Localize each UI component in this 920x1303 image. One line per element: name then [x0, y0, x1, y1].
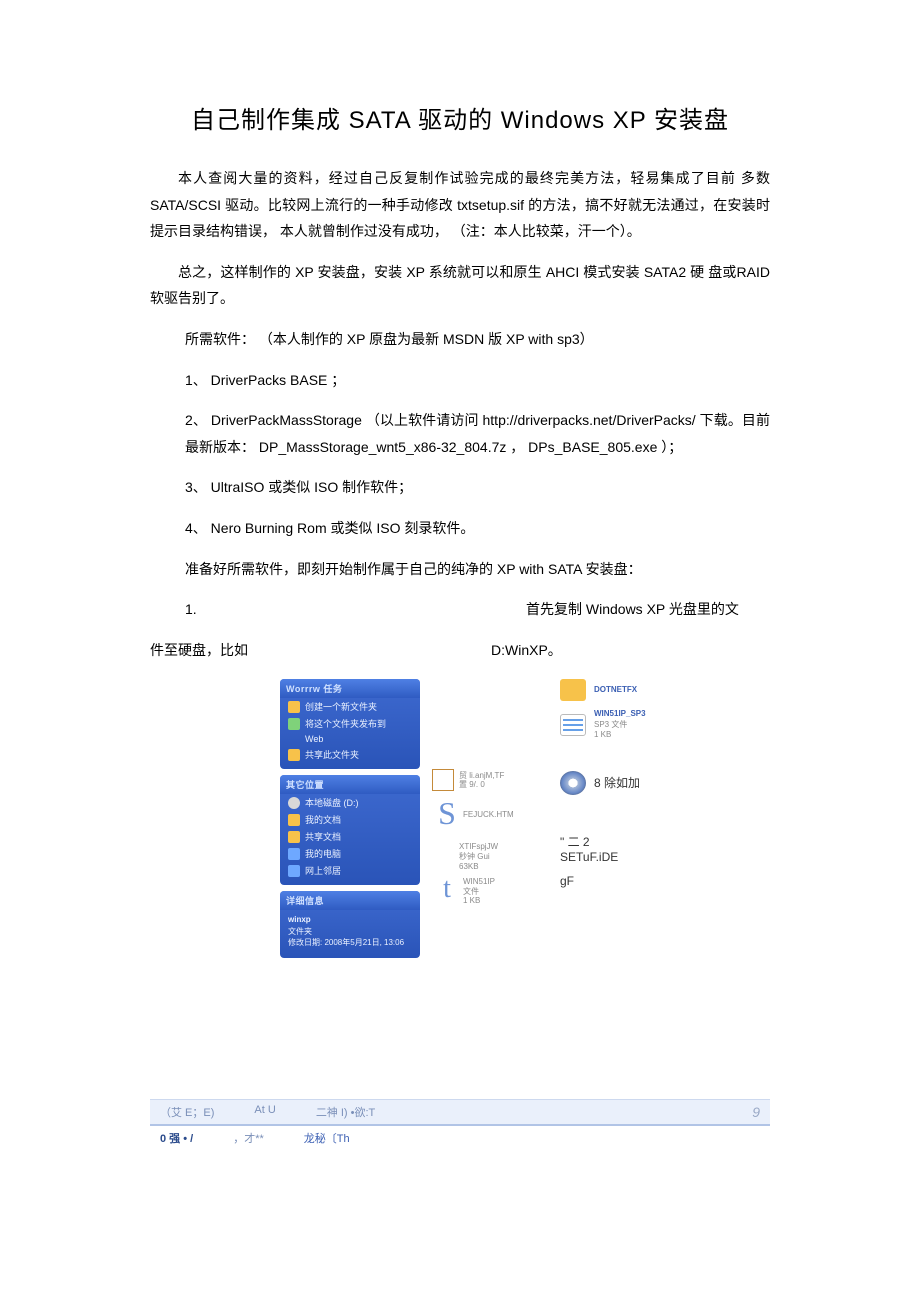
place-shared-docs: 共享文档 — [280, 828, 420, 845]
file-name: 8 除如加 — [594, 776, 640, 792]
place-label: 网上邻居 — [305, 864, 341, 877]
tasks-panel: Worrrw 任务 创建一个新文件夹 将这个文件夹发布到 Web 共享此文件夹 — [280, 679, 420, 769]
task-publish-web: Web — [280, 732, 420, 746]
folder-icon — [560, 679, 586, 701]
bottom-bar-row-1: （艾 E；E) At U 二神 I) •欲:T 9 — [150, 1099, 770, 1126]
file-name: DOTNETFX — [594, 685, 637, 694]
file-size: 63KB — [459, 862, 498, 872]
bottom-text: （艾 E；E) — [160, 1104, 214, 1120]
file-item: XTIFspjJW 秒钟 Gui 63KB — [432, 842, 510, 871]
step-1-cont-left: 件至硬盘，比如 — [150, 637, 491, 664]
file-item-cd: 8 除如加 — [560, 771, 640, 803]
file-meta: 秒钟 Gui — [459, 852, 498, 862]
task-label: Web — [305, 734, 323, 744]
file-text-setup: " 二 2 SETuF.iDE — [560, 833, 618, 864]
file-item: t WIN51IP 文件 1 KB — [432, 877, 510, 906]
task-new-folder: 创建一个新文件夹 — [280, 698, 420, 715]
place-my-computer: 我的电脑 — [280, 845, 420, 862]
list-item-1: 1、 DriverPacks BASE ； — [150, 367, 770, 394]
details-panel-header: 详细信息 — [280, 891, 420, 910]
file-name: 贸 li.anjM,TF — [459, 771, 504, 781]
bottom-text: 龙秘〔Th — [304, 1130, 350, 1146]
text-line: " 二 2 — [560, 833, 618, 850]
bottom-text: ，才** — [233, 1130, 264, 1146]
bottom-bar-row-2: 0 强 • / ，才** 龙秘〔Th — [150, 1126, 770, 1156]
document-page: 自己制作集成 SATA 驱动的 Windows XP 安装盘 本人查阅大量的资料… — [0, 0, 920, 1059]
file-meta: SP3 文件 — [594, 720, 646, 730]
text-line: SETuF.iDE — [560, 850, 618, 864]
file-column-1: 贸 li.anjM,TF 置 9/. 0 S FEJUCK.HTM XTIFsp… — [432, 769, 510, 912]
place-label: 我的电脑 — [305, 847, 341, 860]
task-label: 共享此文件夹 — [305, 748, 359, 761]
paragraph-intro-1: 本人查阅大量的资料，经过自己反复制作试验完成的最终完美方法，轻易集成了目前 多数… — [150, 165, 770, 245]
file-meta: 置 9/. 0 — [459, 780, 504, 790]
step-1-number: 1. — [150, 596, 526, 623]
tasks-panel-header: Worrrw 任务 — [280, 679, 420, 698]
paragraph-intro-2: 总之，这样制作的 XP 安装盘，安装 XP 系统就可以和原生 AHCI 模式安装… — [150, 259, 770, 312]
place-my-docs: 我的文档 — [280, 811, 420, 828]
file-icon — [432, 769, 454, 791]
computer-icon — [288, 848, 300, 860]
place-network: 网上邻居 — [280, 862, 420, 879]
detail-date: 修改日期: 2008年5月21日, 13:06 — [288, 937, 412, 948]
file-size: 1 KB — [594, 730, 646, 740]
folder-icon — [288, 701, 300, 713]
cd-icon — [560, 771, 586, 795]
place-label: 本地磁盘 (D:) — [305, 796, 359, 809]
task-label: 将这个文件夹发布到 — [305, 717, 386, 730]
file-column-2: DOTNETFX WIN51IP_SP3 SP3 文件 1 KB — [560, 679, 760, 748]
step-1-continuation: 件至硬盘，比如 D:WinXP。 — [150, 637, 770, 664]
folder-icon — [288, 814, 300, 826]
explorer-screenshot: Worrrw 任务 创建一个新文件夹 将这个文件夹发布到 Web 共享此文件夹 — [280, 679, 770, 999]
file-item-win51ip: WIN51IP_SP3 SP3 文件 1 KB — [560, 709, 760, 740]
file-text-gf: gF — [560, 874, 574, 888]
bottom-text: 二神 I) •欲:T — [316, 1104, 375, 1120]
step-1-text: 首先复制 Windows XP 光盘里的文 — [526, 596, 770, 623]
folder-icon — [288, 831, 300, 843]
page-title: 自己制作集成 SATA 驱动的 Windows XP 安装盘 — [150, 100, 770, 135]
step-1-row: 1. 首先复制 Windows XP 光盘里的文 — [150, 596, 770, 623]
details-panel: 详细信息 winxp 文件夹 修改日期: 2008年5月21日, 13:06 — [280, 891, 420, 958]
letter-s-icon: S — [436, 795, 458, 832]
detail-name: winxp — [288, 914, 412, 925]
letter-t-icon: t — [436, 873, 458, 905]
page-number: 9 — [752, 1104, 760, 1120]
file-name: WIN51IP — [463, 877, 495, 887]
places-panel: 其它位置 本地磁盘 (D:) 我的文档 共享文档 我的电脑 — [280, 775, 420, 885]
task-publish: 将这个文件夹发布到 — [280, 715, 420, 732]
explorer-left-pane: Worrrw 任务 创建一个新文件夹 将这个文件夹发布到 Web 共享此文件夹 — [280, 679, 420, 958]
task-share: 共享此文件夹 — [280, 746, 420, 763]
place-local-disk: 本地磁盘 (D:) — [280, 794, 420, 811]
list-item-4: 4、 Nero Burning Rom 或类似 ISO 刻录软件。 — [150, 515, 770, 542]
folder-icon — [288, 749, 300, 761]
step-1-cont-right: D:WinXP。 — [491, 637, 770, 664]
paragraph-required: 所需软件： （本人制作的 XP 原盘为最新 MSDN 版 XP with sp3… — [150, 326, 770, 353]
places-panel-header: 其它位置 — [280, 775, 420, 794]
place-label: 共享文档 — [305, 830, 341, 843]
file-name: FEJUCK.HTM — [463, 810, 514, 820]
list-item-3: 3、 UltraISO 或类似 ISO 制作软件； — [150, 474, 770, 501]
disk-icon — [288, 797, 300, 809]
file-meta: 文件 — [463, 887, 495, 897]
list-item-2: 2、 DriverPackMassStorage （以上软件请访问 http:/… — [150, 407, 770, 460]
file-item: S FEJUCK.HTM — [432, 797, 510, 832]
file-item-dotnetfx: DOTNETFX — [560, 679, 760, 701]
file-item: 贸 li.anjM,TF 置 9/. 0 — [432, 769, 510, 791]
bottom-text: At U — [254, 1104, 275, 1120]
bottom-text: 0 强 • / — [160, 1130, 193, 1146]
detail-type: 文件夹 — [288, 926, 412, 937]
paragraph-ready: 准备好所需软件，即刻开始制作属于自己的纯净的 XP with SATA 安装盘： — [150, 556, 770, 583]
task-label: 创建一个新文件夹 — [305, 700, 377, 713]
file-name: XTIFspjJW — [459, 842, 498, 852]
file-size: 1 KB — [463, 896, 495, 906]
bottom-bar: （艾 E；E) At U 二神 I) •欲:T 9 0 强 • / ，才** 龙… — [150, 1099, 770, 1156]
list-file-icon — [560, 714, 586, 736]
place-label: 我的文档 — [305, 813, 341, 826]
file-name: WIN51IP_SP3 — [594, 709, 646, 719]
globe-icon — [288, 718, 300, 730]
network-icon — [288, 865, 300, 877]
